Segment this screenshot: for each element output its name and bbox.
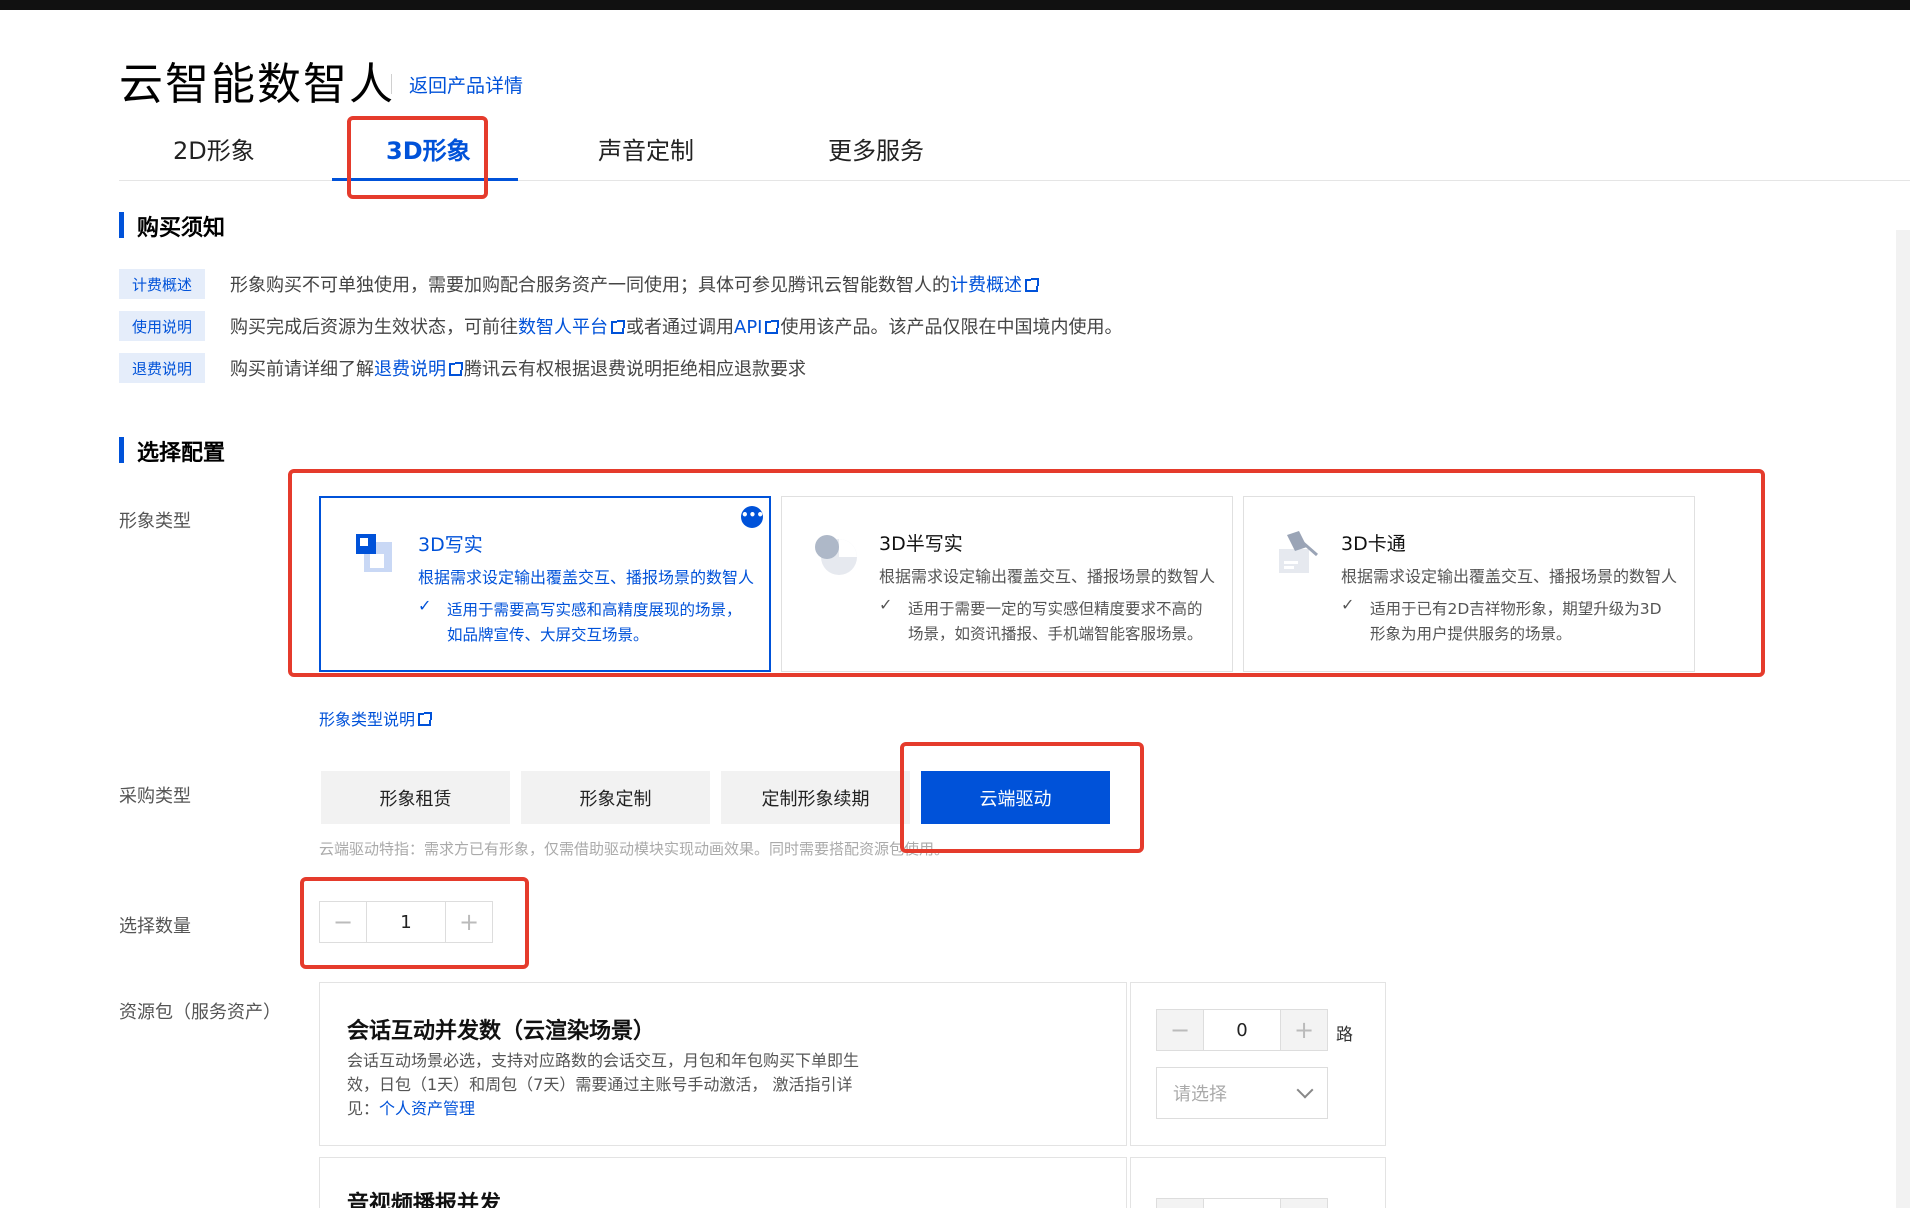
- notice-text-part: 腾讯云有权根据退费说明拒绝相应退款要求: [464, 359, 806, 380]
- notice-text-part: 或者通过调用: [626, 317, 734, 338]
- avatar-platform-link[interactable]: 数智人平台: [518, 317, 608, 338]
- notice-badge: 使用说明: [119, 311, 205, 341]
- avatar-type-help-text: 形象类型说明: [319, 710, 416, 729]
- session-decrease-button[interactable]: −: [1157, 1010, 1203, 1050]
- resource-title: 会话互动并发数（云渲染场景）: [347, 1019, 656, 1044]
- broadcast-count-input[interactable]: [1203, 1199, 1281, 1208]
- cartoon-3d-icon: [1279, 531, 1318, 573]
- external-link-icon: [1025, 278, 1039, 292]
- notice-text-part: 使用该产品。该产品仅限在中国境内使用。: [780, 317, 1123, 338]
- external-link-icon: [611, 320, 625, 334]
- notice-text: 购买前请详细了解退费说明 腾讯云有权根据退费说明拒绝相应退款要求: [230, 355, 806, 381]
- card-title: 3D写实: [418, 534, 483, 556]
- external-link-icon: [765, 320, 780, 334]
- tab-more-services[interactable]: 更多服务: [828, 131, 924, 166]
- external-link-icon: [418, 712, 433, 726]
- more-icon[interactable]: •••: [741, 506, 764, 528]
- asset-management-link[interactable]: 个人资产管理: [379, 1099, 475, 1118]
- broadcast-increase-button[interactable]: [1281, 1199, 1327, 1208]
- quantity-stepper: − 1 +: [319, 901, 493, 943]
- active-tab-indicator: [332, 178, 518, 181]
- purchase-type-custom-button[interactable]: 形象定制: [521, 771, 710, 824]
- config-section-title: 选择配置: [119, 435, 225, 467]
- refund-policy-link[interactable]: 退费说明: [374, 359, 446, 380]
- page-title: 云智能数智人: [119, 59, 395, 110]
- session-count-stepper: − 0 +: [1156, 1009, 1328, 1051]
- semi-realistic-3d-icon: [815, 535, 857, 575]
- external-link-icon: [449, 362, 463, 376]
- notice-badge: 退费说明: [119, 353, 205, 383]
- avatar-card-3d-semi-realistic[interactable]: 3D半写实 根据需求设定输出覆盖交互、播报场景的数智人 ✓ 适用于需要一定的写实…: [781, 496, 1233, 672]
- resource-title: 音视频播报并发: [347, 1192, 502, 1208]
- realistic-3d-icon: [356, 534, 392, 572]
- product-tabs: 2D形象 3D形象 声音定制 更多服务: [119, 125, 1910, 181]
- avatar-type-help-link[interactable]: 形象类型说明: [319, 706, 433, 730]
- notice-text-part: 购买完成后资源为生效状态，可前往: [230, 317, 518, 338]
- avatar-card-3d-cartoon[interactable]: 3D卡通 根据需求设定输出覆盖交互、播报场景的数智人 ✓ 适用于已有2D吉祥物形…: [1243, 496, 1695, 672]
- notice-section-title: 购买须知: [119, 210, 225, 242]
- tab-voice-custom[interactable]: 声音定制: [598, 131, 694, 166]
- tab-3d-avatar[interactable]: 3D形象: [386, 131, 471, 166]
- tab-2d-avatar[interactable]: 2D形象: [173, 131, 255, 166]
- check-icon: ✓: [879, 595, 893, 614]
- title-divider: [391, 74, 392, 94]
- broadcast-decrease-button[interactable]: [1157, 1199, 1203, 1208]
- avatar-type-label: 形象类型: [119, 511, 191, 532]
- check-icon: ✓: [418, 596, 432, 615]
- card-description: 根据需求设定输出覆盖交互、播报场景的数智人: [879, 567, 1216, 586]
- notice-row-usage: 使用说明 购买完成后资源为生效状态，可前往数智人平台 或者通过调用API 使用该产品…: [119, 311, 1122, 341]
- quantity-decrease-button[interactable]: −: [320, 902, 366, 942]
- purchase-type-rental-button[interactable]: 形象租赁: [321, 771, 510, 824]
- notice-text: 形象购买不可单独使用，需要加购配合服务资产一同使用；具体可参见腾讯云智能数智人的…: [230, 271, 1040, 297]
- select-placeholder: 请选择: [1173, 1084, 1227, 1105]
- api-link[interactable]: API: [734, 317, 762, 338]
- billing-overview-link[interactable]: 计费概述: [950, 275, 1022, 296]
- card-note: 适用于需要高写实感和高精度展现的场景，如品牌宣传、大屏交互场景。: [447, 601, 742, 644]
- purchase-type-group: 形象租赁 形象定制 定制形象续期 云端驱动: [321, 771, 1121, 824]
- broadcast-count-stepper: [1156, 1198, 1328, 1208]
- card-title: 3D卡通: [1341, 533, 1406, 555]
- notice-text-part: 购买前请详细了解: [230, 359, 374, 380]
- purchase-type-cloud-drive-button[interactable]: 云端驱动: [921, 771, 1110, 824]
- resource-session-config: − 0 + 路 请选择: [1130, 982, 1386, 1146]
- notice-row-billing: 计费概述 形象购买不可单独使用，需要加购配合服务资产一同使用；具体可参见腾讯云智…: [119, 269, 1040, 299]
- session-duration-select[interactable]: 请选择: [1156, 1067, 1328, 1119]
- avatar-card-3d-realistic[interactable]: 3D写实 根据需求设定输出覆盖交互、播报场景的数智人 ✓ 适用于需要高写实感和高…: [319, 496, 771, 672]
- browser-top-bar: [0, 0, 1910, 10]
- quantity-input[interactable]: 1: [366, 902, 446, 942]
- session-count-input[interactable]: 0: [1203, 1010, 1281, 1050]
- card-title: 3D半写实: [879, 533, 963, 555]
- avatar-type-cards: 3D写实 根据需求设定输出覆盖交互、播报场景的数智人 ✓ 适用于需要高写实感和高…: [319, 496, 1705, 672]
- resource-pack-label: 资源包（服务资产）: [119, 1002, 281, 1023]
- card-description: 根据需求设定输出覆盖交互、播报场景的数智人: [418, 568, 755, 587]
- notice-row-refund: 退费说明 购买前请详细了解退费说明 腾讯云有权根据退费说明拒绝相应退款要求: [119, 353, 806, 383]
- check-icon: ✓: [1341, 595, 1355, 614]
- session-increase-button[interactable]: +: [1281, 1010, 1327, 1050]
- notice-text-part: 形象购买不可单独使用，需要加购配合服务资产一同使用；具体可参见腾讯云智能数智人的: [230, 275, 950, 296]
- quantity-increase-button[interactable]: +: [446, 902, 492, 942]
- purchase-type-label: 采购类型: [119, 786, 191, 807]
- resource-av-broadcast-config: [1130, 1157, 1386, 1208]
- back-to-product-link[interactable]: 返回产品详情: [409, 71, 523, 98]
- resource-session-concurrency: 会话互动并发数（云渲染场景） 会话互动场景必选，支持对应路数的会话交互，月包和年…: [319, 982, 1127, 1146]
- quantity-label: 选择数量: [119, 916, 191, 937]
- chevron-down-icon: [1296, 1081, 1314, 1099]
- purchase-type-hint: 云端驱动特指：需求方已有形象，仅需借助驱动模块实现动画效果。同时需要搭配资源包使…: [319, 840, 950, 858]
- purchase-type-renewal-button[interactable]: 定制形象续期: [721, 771, 910, 824]
- resource-description: 会话互动场景必选，支持对应路数的会话交互，月包和年包购买下单即生效，日包（1天）…: [347, 1049, 867, 1121]
- notice-text: 购买完成后资源为生效状态，可前往数智人平台 或者通过调用API 使用该产品。该产品仅…: [230, 313, 1122, 339]
- card-description: 根据需求设定输出覆盖交互、播报场景的数智人: [1341, 567, 1678, 586]
- page-scrollbar[interactable]: [1896, 230, 1910, 1208]
- card-note: 适用于需要一定的写实感但精度要求不高的场景，如资讯播报、手机端智能客服场景。: [908, 600, 1203, 643]
- notice-badge: 计费概述: [119, 269, 205, 299]
- session-unit-label: 路: [1336, 1025, 1353, 1045]
- card-note: 适用于已有2D吉祥物形象，期望升级为3D形象为用户提供服务的场景。: [1370, 600, 1662, 643]
- resource-av-broadcast-concurrency: 音视频播报并发: [319, 1157, 1127, 1208]
